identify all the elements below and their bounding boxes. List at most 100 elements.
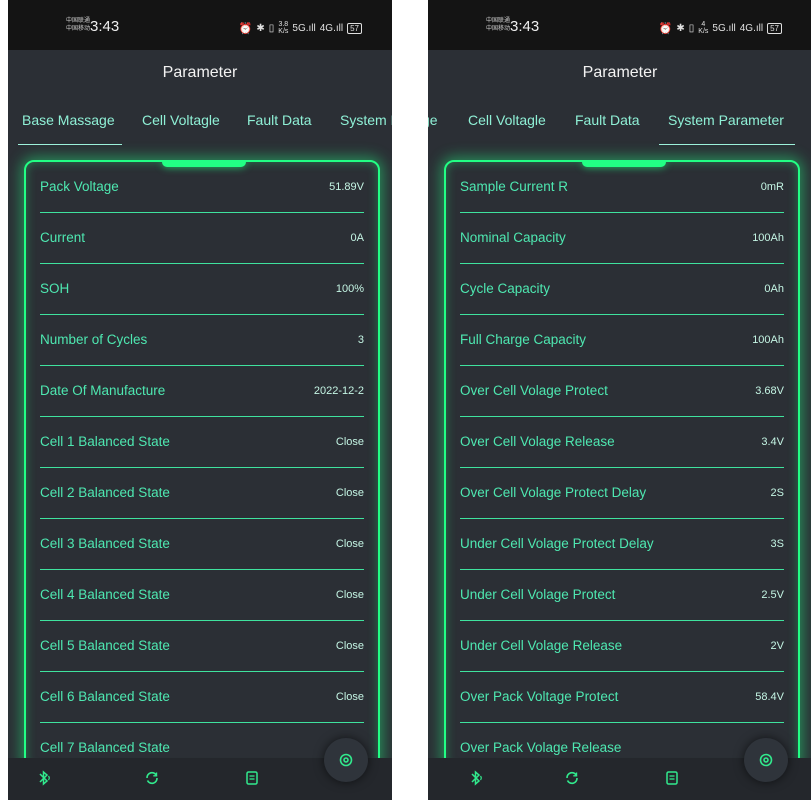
row-value: 0mR (760, 181, 784, 193)
phone-screen-system-parameter: 中国联通 中国移动 3:43 ⏰ ✱ ▯ 4 K/s 5G.ıll 4G.ıll… (428, 0, 811, 800)
net-speed-value: 3.8 (278, 21, 289, 28)
carrier-2: 中国移动 (486, 26, 511, 32)
bluetooth-icon[interactable] (468, 770, 484, 790)
carrier-names: 中国联通 中国移动 (66, 17, 91, 33)
settings-icon (758, 751, 774, 768)
row-label: Cell 6 Balanced State (40, 689, 170, 704)
tab-base-massage[interactable]: ge (428, 112, 438, 128)
row-value: 0A (350, 232, 364, 244)
carrier-2: 中国移动 (66, 26, 91, 32)
carrier-1: 中国联通 (486, 18, 511, 24)
list-item: Cell 3 Balanced State Close (26, 519, 378, 570)
row-label: Current (40, 230, 86, 245)
clock: 3:43 (90, 18, 120, 35)
bluetooth-status-icon: ✱ (676, 22, 685, 34)
bluetooth-status-icon: ✱ (256, 22, 265, 34)
parameter-list: Pack Voltage 51.89V Current 0A SOH 100% … (24, 160, 380, 770)
net-speed-unit: K/s (278, 28, 289, 35)
alarm-icon: ⏰ (238, 22, 253, 35)
row-label: Number of Cycles (40, 332, 148, 347)
row-label: Full Charge Capacity (460, 332, 587, 347)
signal-icon-2: 4G.ıll (739, 22, 764, 34)
tab-cell-voltagle[interactable]: Cell Voltagle (142, 112, 220, 128)
row-label: Cycle Capacity (460, 281, 551, 296)
tab-fault-data[interactable]: Fault Data (247, 112, 312, 128)
row-label: SOH (40, 281, 70, 296)
net-speed-value: 4 (701, 21, 706, 28)
row-label: Cell 4 Balanced State (40, 587, 170, 602)
tab-bar: Base Massage Cell Voltagle Fault Data Sy… (8, 112, 392, 148)
row-label: Over Cell Volage Protect (460, 383, 608, 398)
row-label: Nominal Capacity (460, 230, 566, 245)
settings-icon (338, 751, 354, 768)
list-item: Date Of Manufacture 2022-12-2 (26, 366, 378, 417)
row-value: 100% (335, 283, 364, 295)
list-item: Over Cell Volage Protect 3.68V (446, 366, 798, 417)
row-label: Date Of Manufacture (40, 383, 166, 398)
carrier-1: 中国联通 (66, 18, 91, 24)
list-item: Full Charge Capacity 100Ah (446, 315, 798, 366)
bluetooth-icon[interactable] (36, 770, 52, 790)
row-value: Close (335, 538, 364, 550)
row-label: Over Cell Volage Protect Delay (460, 485, 647, 500)
list-item: Over Pack Voltage Protect 58.4V (446, 672, 798, 723)
row-label: Cell 1 Balanced State (40, 434, 170, 449)
document-icon[interactable] (244, 770, 260, 790)
list-item: Under Cell Volage Release 2V (446, 621, 798, 672)
tab-cell-voltagle[interactable]: Cell Voltagle (468, 112, 546, 128)
row-value: 3S (770, 538, 784, 550)
tab-fault-data[interactable]: Fault Data (575, 112, 640, 128)
list-item: Nominal Capacity 100Ah (446, 213, 798, 264)
refresh-icon[interactable] (564, 770, 580, 790)
list-item: Under Cell Volage Protect Delay 3S (446, 519, 798, 570)
refresh-icon[interactable] (144, 770, 160, 790)
net-speed-unit: K/s (698, 28, 709, 35)
battery-icon: 57 (347, 22, 362, 34)
row-value: 3 (357, 334, 364, 346)
settings-button[interactable] (744, 738, 788, 782)
row-value: 2V (770, 640, 784, 652)
tab-system-parameter[interactable]: System Parameter (668, 112, 784, 128)
battery-icon: 57 (767, 22, 782, 34)
row-label: Pack Voltage (40, 179, 119, 194)
row-value: 100Ah (752, 334, 784, 346)
status-icons: ⏰ ✱ ▯ 4 K/s 5G.ıll 4G.ıll 57 (659, 21, 782, 35)
list-item: Over Cell Volage Protect Delay 2S (446, 468, 798, 519)
parameter-list: Sample Current R 0mR Nominal Capacity 10… (444, 160, 800, 770)
list-item: Cell 4 Balanced State Close (26, 570, 378, 621)
vibrate-icon: ▯ (268, 22, 275, 34)
list-item: Sample Current R 0mR (446, 162, 798, 213)
row-label: Over Cell Volage Release (460, 434, 615, 449)
row-value: 51.89V (329, 181, 364, 193)
row-value: 2S (770, 487, 784, 499)
list-item: Cell 2 Balanced State Close (26, 468, 378, 519)
list-item: Current 0A (26, 213, 378, 264)
tab-base-massage[interactable]: Base Massage (22, 112, 115, 128)
row-label: Under Cell Volage Protect (460, 587, 616, 602)
alarm-icon: ⏰ (658, 22, 673, 35)
list-item: Cycle Capacity 0Ah (446, 264, 798, 315)
signal-icon-1: 5G.ıll (712, 22, 736, 34)
active-tab-indicator (659, 144, 795, 145)
row-value: 2022-12-2 (313, 385, 364, 397)
row-label: Under Cell Volage Release (460, 638, 623, 653)
status-bar: 中国联通 中国移动 3:43 ⏰ ✱ ▯ 4 K/s 5G.ıll 4G.ıll… (428, 0, 811, 50)
list-item: Pack Voltage 51.89V (26, 162, 378, 213)
list-item: Over Cell Volage Release 3.4V (446, 417, 798, 468)
list-item: Under Cell Volage Protect 2.5V (446, 570, 798, 621)
row-label: Over Pack Volage Release (460, 740, 622, 755)
settings-button[interactable] (324, 738, 368, 782)
row-value: Close (335, 691, 364, 703)
page-title: Parameter (582, 64, 658, 81)
net-speed: 3.8 K/s (278, 21, 288, 35)
row-label: Cell 2 Balanced State (40, 485, 170, 500)
list-item: SOH 100% (26, 264, 378, 315)
document-icon[interactable] (664, 770, 680, 790)
carrier-names: 中国联通 中国移动 (486, 17, 511, 33)
row-value: 58.4V (755, 691, 784, 703)
page-title: Parameter (162, 64, 238, 81)
tab-system-parameter[interactable]: System P (340, 112, 392, 128)
list-item: Cell 1 Balanced State Close (26, 417, 378, 468)
vibrate-icon: ▯ (688, 22, 695, 34)
status-bar: 中国联通 中国移动 3:43 ⏰ ✱ ▯ 3.8 K/s 5G.ıll 4G.ı… (8, 0, 392, 50)
